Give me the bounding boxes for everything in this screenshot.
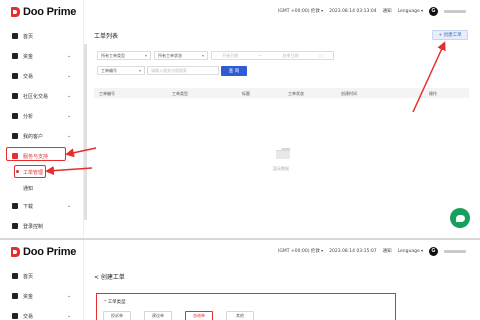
brand-logo[interactable]: Doo Prime xyxy=(11,245,76,259)
notifications-link[interactable]: 通知 xyxy=(383,248,392,254)
required-mark: * xyxy=(104,300,107,305)
ticket-type-option-complaint[interactable]: 投诉单 xyxy=(103,311,131,320)
home-icon xyxy=(12,273,18,279)
ticket-type-label-text: 工单类型 xyxy=(107,300,126,305)
clock-text: 2023.08.14 03:15:07 xyxy=(329,248,377,254)
annotation-arrow-ticket-management xyxy=(45,166,93,176)
chevron-down-icon: ⌄ xyxy=(67,313,72,319)
ticket-type-option-other[interactable]: 其他 xyxy=(226,311,254,320)
sidebar-item-home[interactable]: 首页 xyxy=(0,269,84,283)
annotation-arrow-support xyxy=(65,147,97,158)
language-select[interactable]: Lenguage xyxy=(398,248,423,254)
ticket-type-option-inquiry[interactable]: 咨询单 xyxy=(185,311,213,320)
ticket-type-label: * 工单类型 xyxy=(104,299,126,305)
sidebar-item-funds[interactable]: 资金 ⌄ xyxy=(0,289,84,303)
sidebar-item-label: 交易 xyxy=(23,313,34,320)
timezone-select[interactable]: (GMT +00:00) 伦敦 xyxy=(278,248,324,254)
sidebar: Doo Prime 首页 资金 ⌄ 交易 ⌄ xyxy=(0,240,84,320)
sidebar-item-label: 首页 xyxy=(23,273,34,280)
back-to-list-title[interactable]: < 创建工单 xyxy=(94,272,125,281)
topbar: (GMT +00:00) 伦敦 2023.08.14 03:15:07 通知 L… xyxy=(84,240,480,262)
annotation-arrows xyxy=(45,41,446,176)
sidebar-item-label: 资金 xyxy=(23,293,34,300)
wallet-icon xyxy=(12,293,18,299)
annotation-arrow-create-ticket xyxy=(412,41,446,113)
avatar[interactable]: G xyxy=(429,246,438,256)
username-redacted xyxy=(444,249,466,253)
ticket-type-option-suggestion[interactable]: 建议单 xyxy=(144,311,172,320)
ticket-list-screen: Doo Prime 首页 资金 ⌄ 交易 ⌄ 社区化交易 ⌄ 分析 ⌄ 我的客户… xyxy=(0,0,480,239)
sidebar-item-trade[interactable]: 交易 ⌄ xyxy=(0,309,84,320)
logo-text: Doo Prime xyxy=(23,246,77,258)
trade-icon xyxy=(12,313,18,319)
chevron-down-icon: ⌄ xyxy=(67,293,72,299)
logo-mark-icon xyxy=(11,247,20,257)
create-ticket-screen: Doo Prime 首页 资金 ⌄ 交易 ⌄ (GMT +00:00) 伦敦 2… xyxy=(0,240,480,320)
